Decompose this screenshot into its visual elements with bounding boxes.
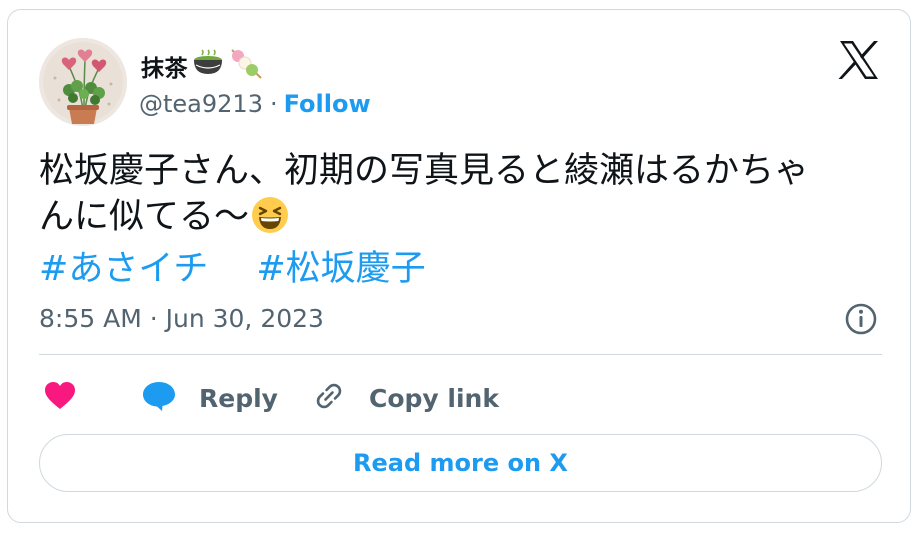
tweet-text-line-2-wrap: んに似てる〜	[39, 194, 899, 246]
separator-dot: ·	[269, 90, 278, 118]
like-button[interactable]	[44, 378, 76, 418]
divider	[39, 354, 882, 355]
tweet-timestamp[interactable]: 8:55 AM · Jun 30, 2023	[39, 304, 324, 333]
hashtag-row: #あさイチ #松坂慶子	[39, 246, 899, 292]
link-icon	[311, 378, 347, 418]
matcha-tea-emoji	[191, 49, 225, 83]
tweet-text-line-2: んに似てる〜	[39, 197, 250, 237]
tweet-text: 松坂慶子さん、初期の写真見ると綾瀬はるかちゃ んに似てる〜 #あさイチ #松坂慶子	[39, 148, 899, 292]
avatar-illustration	[39, 38, 127, 126]
info-icon[interactable]	[844, 302, 878, 336]
tweet-card: 抹茶 @tea9213 · Follow 松坂慶子さん、初期の写真見ると綾瀬はる…	[7, 9, 911, 523]
reply-button[interactable]: Reply	[141, 378, 278, 418]
read-more-button[interactable]: Read more on X	[39, 434, 882, 492]
author-handle-row: @tea9213 · Follow	[139, 90, 371, 118]
copy-link-button[interactable]: Copy link	[311, 378, 499, 418]
heart-icon	[44, 381, 76, 415]
speech-bubble-icon	[141, 380, 177, 416]
tweet-text-line-1: 松坂慶子さん、初期の写真見ると綾瀬はるかちゃ	[39, 151, 810, 191]
hashtag-asaichi[interactable]: #あさイチ	[39, 249, 208, 289]
author-display-name[interactable]: 抹茶	[141, 46, 264, 86]
grinning-squinting-face-emoji	[251, 196, 289, 246]
author-handle[interactable]: @tea9213	[139, 90, 263, 118]
read-more-label: Read more on X	[353, 449, 568, 477]
display-name-text: 抹茶	[141, 56, 188, 82]
copy-link-label: Copy link	[369, 383, 499, 413]
avatar[interactable]	[39, 38, 127, 126]
dango-emoji	[228, 46, 264, 86]
follow-button[interactable]: Follow	[284, 90, 371, 118]
x-logo-icon[interactable]	[838, 40, 880, 80]
hashtag-matsuzaka-keiko[interactable]: #松坂慶子	[256, 249, 425, 289]
reply-label: Reply	[199, 383, 278, 413]
